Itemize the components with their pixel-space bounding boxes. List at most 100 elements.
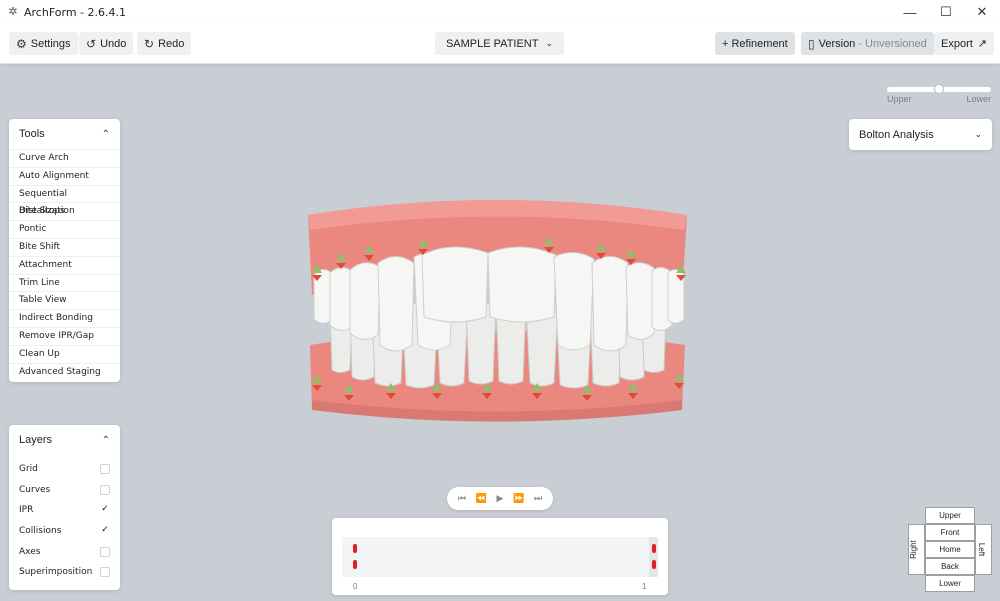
view-right-label: Right [909, 540, 918, 559]
tool-item[interactable]: Bite Stops [9, 202, 120, 220]
refinement-button[interactable]: + Refinement [715, 32, 795, 55]
redo-icon: ↻ [144, 36, 155, 51]
timeline-current-stage[interactable] [649, 537, 658, 577]
window-title: ArchForm - 2.6.4.1 [24, 5, 126, 19]
analysis-dropdown[interactable]: Bolton Analysis ⌄ [849, 119, 992, 150]
layers-list: Grid Curves IPR ✓ Collisions ✓ Axes Superimposi… [9, 455, 120, 583]
fast-forward-icon[interactable]: ⏩ [513, 493, 524, 504]
export-label: Export [941, 37, 973, 50]
layer-label: Collisions [19, 526, 62, 537]
layer-label: Axes [19, 546, 41, 557]
skip-start-icon[interactable]: ⏮ [458, 493, 466, 504]
layer-item[interactable]: Collisions ✓ [9, 521, 120, 542]
slider-upper-label: Upper [887, 94, 912, 104]
slider-thumb[interactable] [934, 84, 944, 94]
tool-item[interactable]: Auto Alignment [9, 166, 120, 185]
tool-item[interactable]: Pontic [9, 220, 120, 238]
undo-icon: ↺ [86, 36, 97, 51]
minimize-icon[interactable]: — [892, 0, 928, 24]
redo-button[interactable]: ↻ Redo [137, 32, 192, 55]
tool-item[interactable]: Trim Line [9, 273, 120, 292]
view-back-button[interactable]: Back [925, 558, 975, 575]
version-label: Version [818, 37, 856, 50]
tool-item[interactable]: Advanced Staging [9, 362, 120, 381]
checkbox-checked-icon[interactable]: ✓ [100, 526, 110, 536]
play-icon[interactable]: ▶ [497, 493, 504, 504]
toolbar: ⚙ Settings ↺ Undo ↻ Redo SAMPLE PATIENT … [0, 24, 1000, 64]
analysis-selected: Bolton Analysis [859, 128, 934, 141]
tools-header[interactable]: Tools ⌃ [9, 119, 120, 149]
skip-end-icon[interactable]: ⏭ [534, 493, 542, 504]
playback-controls: ⏮ ⏪ ▶ ⏩ ⏭ [447, 487, 553, 510]
undo-label: Undo [100, 37, 127, 50]
tool-item[interactable]: Indirect Bonding [9, 309, 120, 327]
lower-stage-marker[interactable] [652, 560, 656, 569]
view-right-button[interactable]: Right [908, 524, 925, 575]
upper-stage-marker[interactable] [353, 544, 357, 553]
timeline-track[interactable] [342, 537, 658, 577]
gear-icon: ⚙ [16, 36, 27, 51]
tool-item[interactable]: Bite Shift [9, 237, 120, 256]
clipboard-icon: ▯ [808, 36, 815, 51]
layer-label: Grid [19, 464, 38, 475]
lower-stage-marker[interactable] [353, 560, 357, 569]
upper-stage-marker[interactable] [652, 544, 656, 553]
chevron-down-icon: ⌄ [545, 38, 554, 48]
tool-item[interactable]: Curve Arch [9, 149, 120, 167]
title-bar: ✲ ArchForm - 2.6.4.1 — ☐ ✕ [0, 0, 1000, 24]
checkbox-unchecked-icon[interactable] [100, 484, 110, 495]
view-front-button[interactable]: Front [925, 524, 975, 541]
tool-item[interactable]: Clean Up [9, 344, 120, 363]
checkbox-unchecked-icon[interactable] [100, 464, 110, 475]
layer-item[interactable]: Superimposition [9, 562, 120, 583]
checkbox-unchecked-icon[interactable] [100, 546, 110, 557]
tools-title: Tools [19, 128, 45, 140]
redo-label: Redo [158, 37, 185, 50]
tool-item[interactable]: Sequential Distalization [9, 184, 120, 216]
layer-item[interactable]: IPR ✓ [9, 500, 120, 521]
view-left-label: Left [977, 542, 986, 557]
tool-item[interactable]: Attachment [9, 255, 120, 274]
tools-panel: Tools ⌃ Curve Arch Auto Alignment Sequenti… [9, 119, 120, 382]
external-arrow-icon: ↗ [977, 38, 988, 50]
version-button[interactable]: ▯ Version - Unversioned [801, 32, 934, 55]
view-cube: Upper Front Home Back Lower Right Left [908, 507, 992, 592]
tool-item[interactable]: Remove IPR/Gap [9, 326, 120, 345]
dental-model-viewport[interactable] [300, 195, 695, 430]
checkbox-unchecked-icon[interactable] [100, 567, 110, 578]
tools-list: Curve Arch Auto Alignment Sequential Dista… [9, 149, 120, 380]
chevron-up-icon: ⌃ [101, 128, 110, 140]
tool-item[interactable]: Table View [9, 291, 120, 309]
layer-item[interactable]: Grid [9, 459, 120, 480]
layer-label: Superimposition [19, 567, 93, 578]
layers-panel: Layers ⌃ Grid Curves IPR ✓ Collisions ✓ Axes Su… [9, 425, 120, 590]
undo-button[interactable]: ↺ Undo [79, 32, 134, 55]
patient-selector[interactable]: SAMPLE PATIENT ⌄ [435, 32, 564, 55]
patient-name: SAMPLE PATIENT [445, 37, 539, 50]
checkbox-checked-icon[interactable]: ✓ [100, 505, 110, 515]
window-controls: — ☐ ✕ [892, 0, 1000, 24]
view-upper-button[interactable]: Upper [925, 507, 975, 524]
chevron-up-icon: ⌃ [101, 434, 110, 446]
export-button[interactable]: Export ↗ [934, 32, 995, 55]
layer-item[interactable]: Axes [9, 541, 120, 562]
chevron-down-icon: ⌄ [974, 129, 982, 139]
timeline-start-label: 0 [353, 582, 358, 591]
version-state: - Unversioned [858, 37, 927, 50]
view-lower-button[interactable]: Lower [925, 575, 975, 592]
maximize-icon[interactable]: ☐ [928, 0, 964, 24]
view-home-button[interactable]: Home [925, 541, 975, 558]
view-left-button[interactable]: Left [975, 524, 992, 575]
timeline-end-label: 1 [642, 582, 647, 591]
upper-lower-slider[interactable]: Upper Lower [887, 84, 991, 105]
refinement-label: + Refinement [722, 37, 788, 50]
staging-timeline: 0 1 [332, 518, 668, 595]
app-gear-icon: ✲ [8, 6, 18, 18]
close-icon[interactable]: ✕ [964, 0, 1000, 24]
layers-title: Layers [19, 434, 53, 446]
layer-item[interactable]: Curves [9, 480, 120, 501]
layers-header[interactable]: Layers ⌃ [9, 425, 120, 455]
settings-button[interactable]: ⚙ Settings [9, 32, 78, 55]
rewind-icon[interactable]: ⏪ [476, 493, 487, 504]
layer-label: IPR [19, 505, 34, 516]
